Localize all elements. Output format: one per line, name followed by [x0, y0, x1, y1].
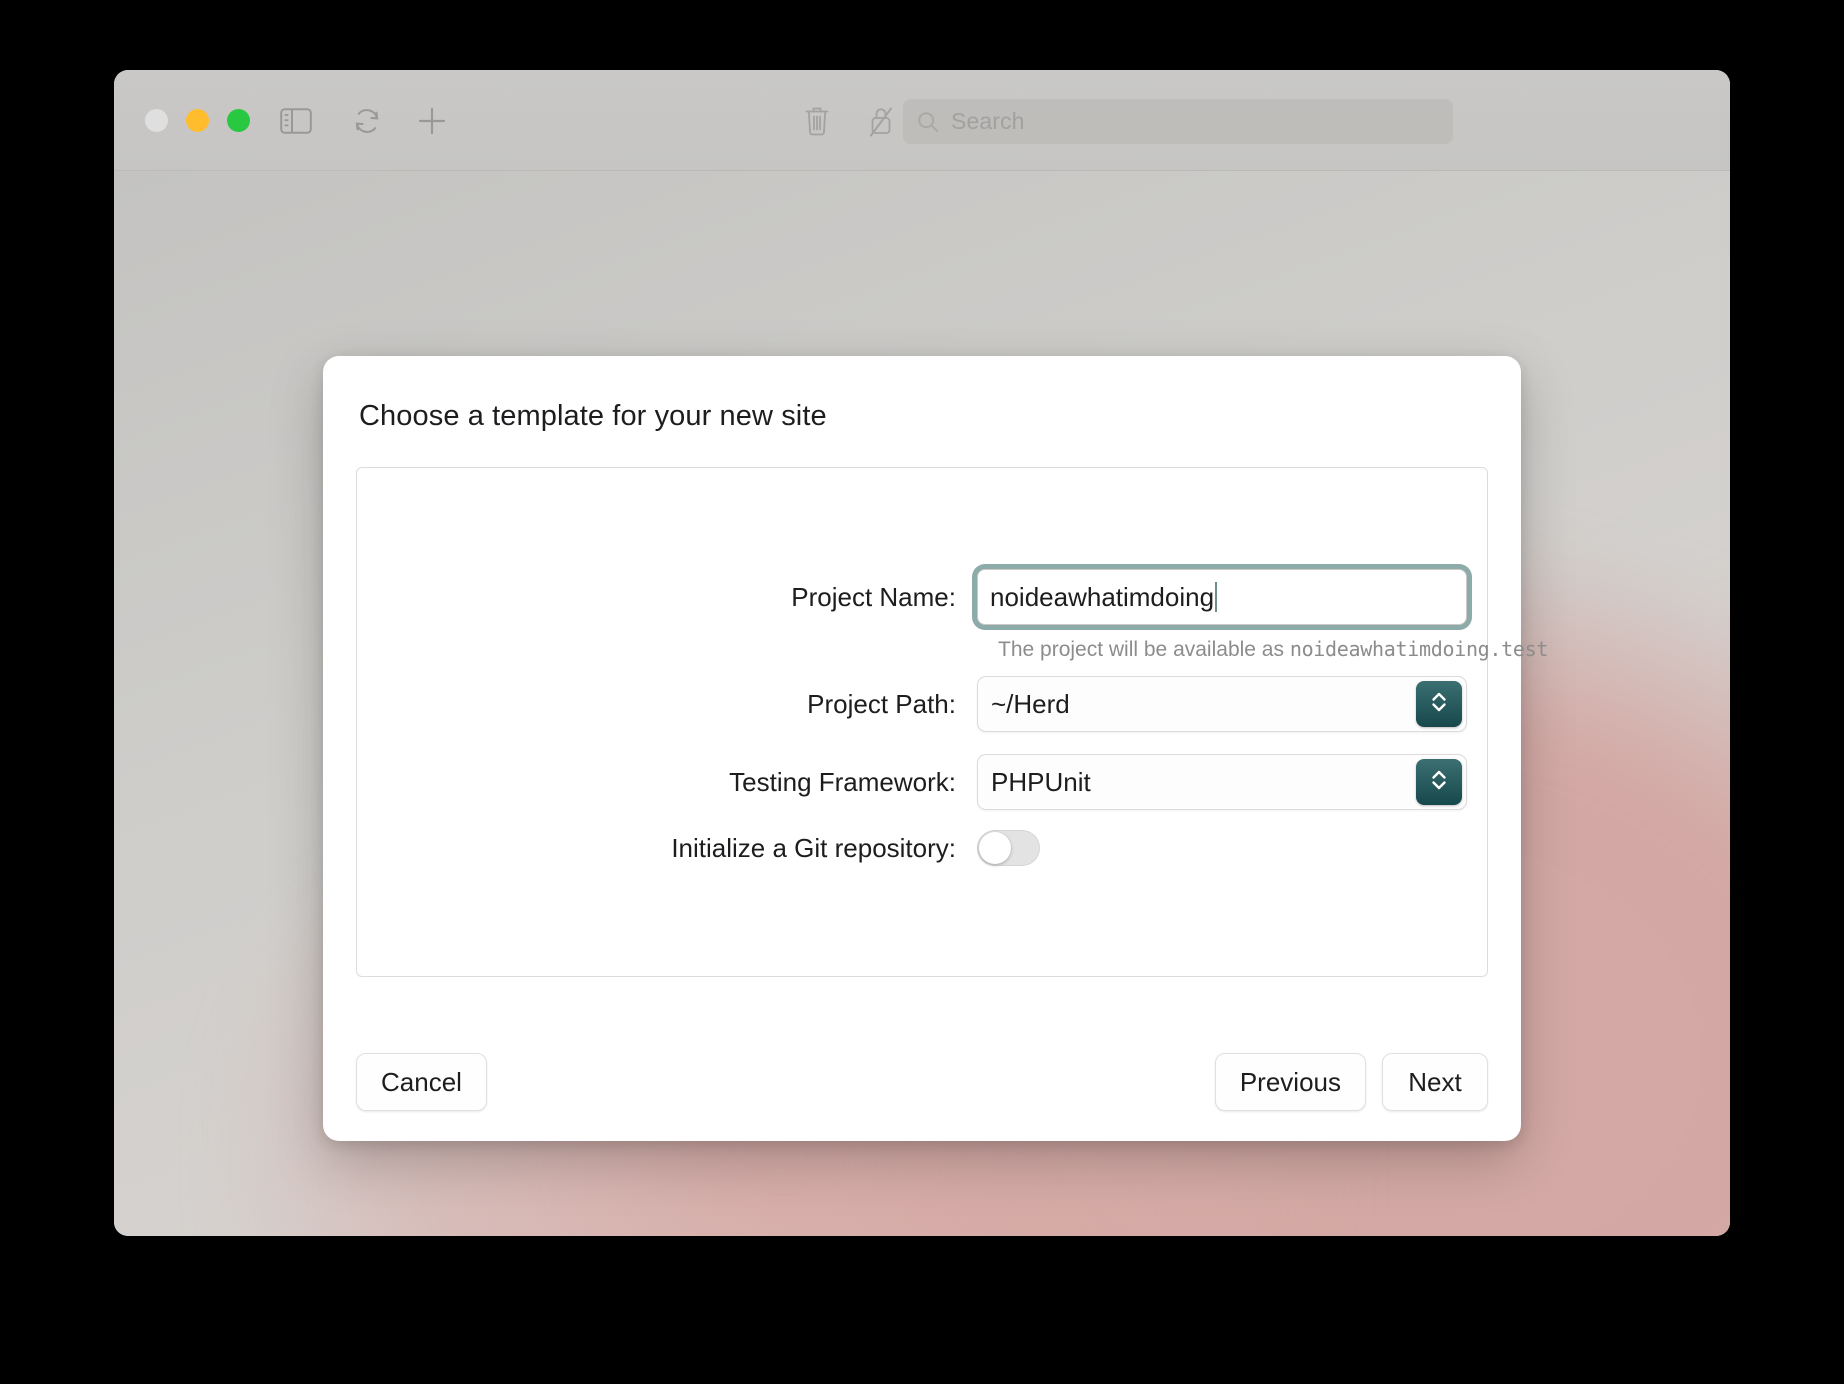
trash-icon	[803, 104, 831, 138]
cancel-button[interactable]: Cancel	[356, 1053, 487, 1111]
hint-prefix: The project will be available as	[998, 638, 1290, 661]
chevron-up-down-icon	[1429, 767, 1449, 798]
project-name-value: noideawhatimdoing	[990, 582, 1214, 613]
chevron-up-down-icon	[1429, 689, 1449, 720]
lock-slash-icon	[867, 104, 895, 138]
new-site-form: Project Name: noideawhatimdoing The proj…	[357, 569, 1487, 866]
window-content-area: Choose a template for your new site Proj…	[114, 171, 1730, 1236]
project-name-field-wrap: noideawhatimdoing	[977, 569, 1467, 625]
close-window-button[interactable]	[145, 109, 168, 132]
testing-framework-select[interactable]: PHPUnit	[977, 754, 1467, 810]
dialog-content-panel: Project Name: noideawhatimdoing The proj…	[356, 467, 1488, 977]
traffic-lights	[145, 109, 250, 132]
previous-button[interactable]: Previous	[1215, 1053, 1366, 1111]
new-site-dialog: Choose a template for your new site Proj…	[323, 356, 1521, 1141]
project-path-value: ~/Herd	[991, 689, 1070, 720]
text-caret	[1215, 582, 1217, 612]
testing-framework-select-wrap: PHPUnit	[977, 754, 1467, 810]
hint-domain: noideawhatimdoing.test	[1290, 637, 1548, 661]
form-spacer-1	[357, 732, 1487, 754]
app-window: Search Choose a template for your new si…	[114, 70, 1730, 1236]
project-path-select[interactable]: ~/Herd	[977, 676, 1467, 732]
project-path-select-wrap: ~/Herd	[977, 676, 1467, 732]
git-repository-row: Initialize a Git repository:	[357, 830, 1487, 866]
zoom-window-button[interactable]	[227, 109, 250, 132]
minimize-window-button[interactable]	[186, 109, 209, 132]
toggle-secure-button[interactable]	[861, 101, 901, 141]
add-site-button[interactable]	[412, 101, 452, 141]
refresh-icon	[351, 105, 383, 137]
testing-framework-row: Testing Framework: PHPUnit	[357, 754, 1487, 810]
git-repository-toggle[interactable]	[977, 830, 1040, 866]
sidebar-icon	[280, 108, 312, 134]
project-path-row: Project Path: ~/Herd	[357, 676, 1487, 732]
toggle-knob	[979, 832, 1011, 864]
footer-right-buttons: Previous Next	[1215, 1053, 1488, 1111]
dialog-footer: Cancel Previous Next	[356, 1053, 1488, 1111]
project-name-hint: The project will be available as noideaw…	[977, 637, 1487, 662]
testing-framework-value: PHPUnit	[991, 767, 1091, 798]
sidebar-toggle-button[interactable]	[276, 101, 316, 141]
testing-framework-stepper[interactable]	[1416, 759, 1462, 805]
project-name-row: Project Name: noideawhatimdoing	[357, 569, 1487, 625]
project-name-input[interactable]: noideawhatimdoing	[977, 569, 1467, 625]
search-icon	[917, 111, 939, 133]
next-button[interactable]: Next	[1382, 1053, 1488, 1111]
window-titlebar: Search	[114, 70, 1730, 171]
dialog-title: Choose a template for your new site	[359, 400, 827, 433]
search-placeholder: Search	[951, 108, 1024, 135]
search-input[interactable]: Search	[903, 99, 1453, 144]
delete-site-button[interactable]	[797, 101, 837, 141]
refresh-button[interactable]	[347, 101, 387, 141]
project-path-label: Project Path:	[357, 689, 977, 720]
git-repository-label: Initialize a Git repository:	[357, 833, 977, 864]
add-icon	[415, 104, 449, 138]
form-spacer-2	[357, 810, 1487, 830]
project-name-label: Project Name:	[357, 582, 977, 613]
project-path-stepper[interactable]	[1416, 681, 1462, 727]
testing-framework-label: Testing Framework:	[357, 767, 977, 798]
